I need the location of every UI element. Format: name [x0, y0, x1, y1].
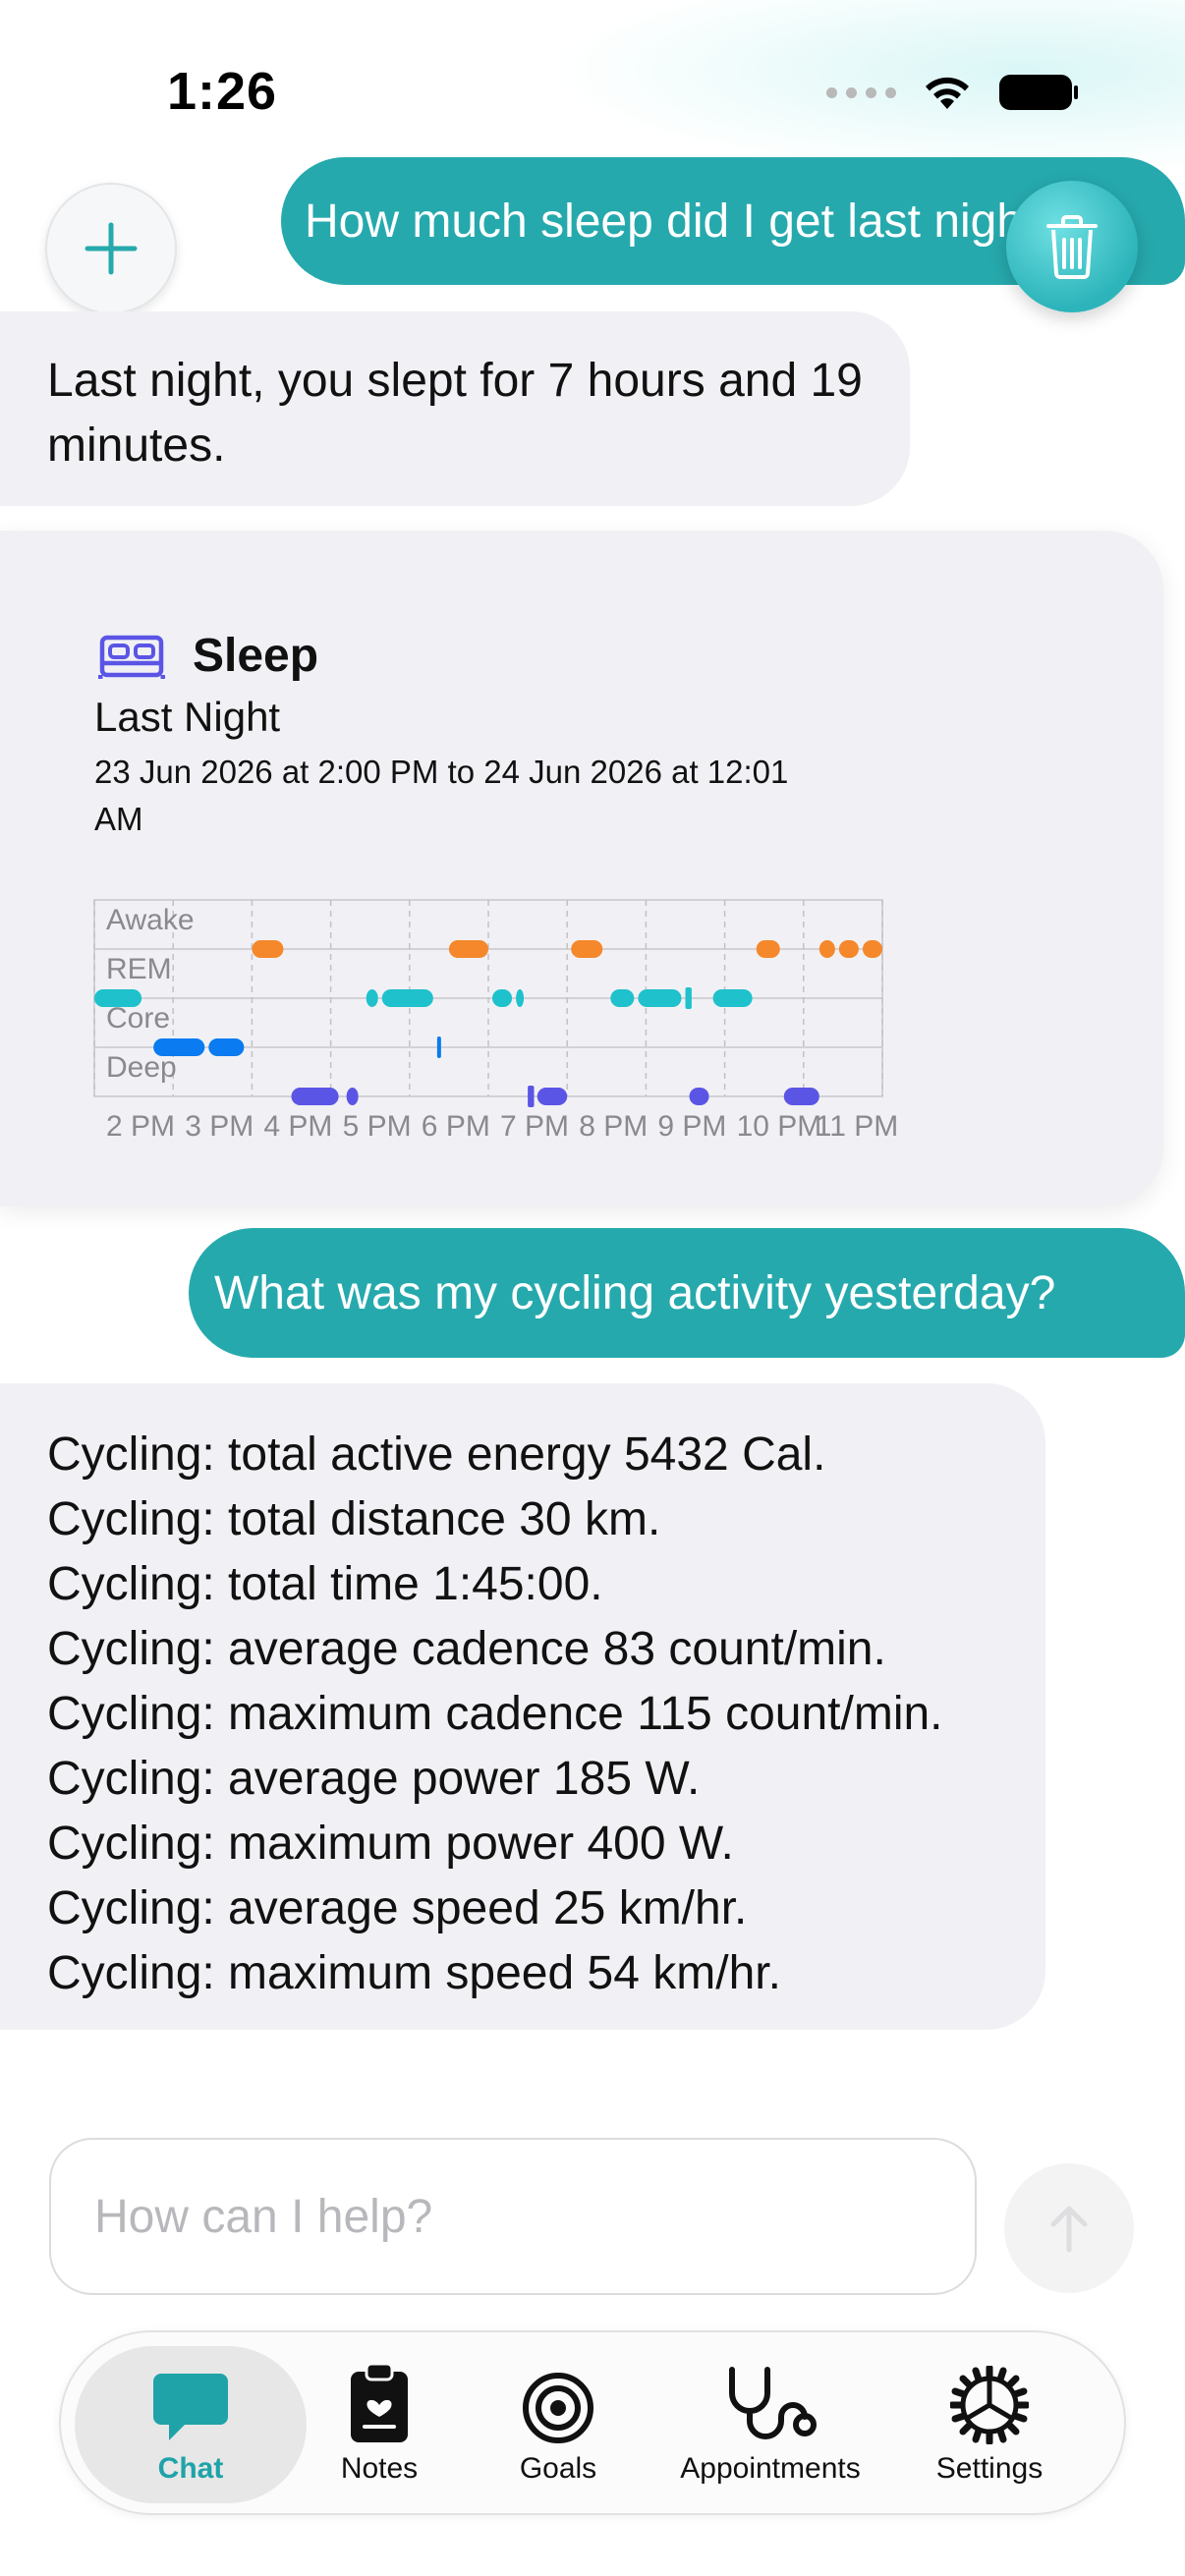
chart-segment-rem [610, 989, 635, 1007]
tab-label: Chat [157, 2452, 224, 2485]
sleep-card-title: Sleep [193, 630, 319, 682]
chart-x-tick-label: 2 PM [106, 1110, 175, 1143]
tab-settings[interactable]: Settings [920, 2346, 1059, 2503]
assistant-message: Cycling: total active energy 5432 Cal. C… [0, 1383, 1045, 2030]
chart-x-tick-label: 10 PM [737, 1110, 822, 1143]
chart-segment-deep [536, 1088, 568, 1105]
battery-icon [999, 75, 1078, 110]
user-message-text: How much sleep did I get last night? [305, 195, 1063, 248]
delete-chat-button[interactable] [1006, 181, 1138, 312]
sleep-card-range: 23 Jun 2026 at 2:00 PM to 24 Jun 2026 at… [94, 754, 789, 837]
tab-notes[interactable]: Notes [318, 2346, 440, 2503]
gear-icon [950, 2346, 1029, 2444]
chart-segment-deep [783, 1088, 819, 1105]
status-time: 1:26 [167, 62, 278, 121]
chart-x-tick-label: 4 PM [263, 1110, 332, 1143]
assistant-message-line: Cycling: maximum cadence 115 count/min. [47, 1688, 943, 1740]
message-input[interactable] [94, 2189, 975, 2244]
status-icons [826, 73, 1079, 112]
chart-segment-rem [685, 987, 692, 1009]
arrow-up-icon [1050, 2206, 1088, 2253]
chart-segment-awake [838, 940, 859, 958]
send-button[interactable] [1004, 2163, 1134, 2293]
chart-segment-awake [448, 940, 488, 958]
tab-label: Appointments [680, 2452, 861, 2485]
chart-segment-deep [291, 1088, 339, 1105]
chart-segment-rem [366, 989, 378, 1007]
chart-stage-label: Awake [106, 904, 195, 936]
sleep-card-subtitle: Last Night [94, 694, 281, 740]
chart-segment-rem [492, 989, 513, 1007]
chart-segment-deep [346, 1088, 359, 1105]
message-input-container[interactable] [49, 2138, 977, 2295]
chart-segment-rem [712, 989, 753, 1007]
chart-segment-core [153, 1038, 205, 1056]
tab-bar: Chat Notes Goals Appointments Settings [59, 2330, 1126, 2515]
chart-segment-awake [252, 940, 284, 958]
tab-appointments[interactable]: Appointments [654, 2346, 886, 2503]
assistant-message-line: Cycling: total active energy 5432 Cal. [47, 1428, 826, 1481]
sleep-card[interactable]: Sleep Last Night 23 Jun 2026 at 2:00 PM … [0, 531, 1163, 1206]
assistant-message-line: Cycling: average speed 25 km/hr. [47, 1882, 748, 1934]
assistant-message-line: Cycling: average power 185 W. [47, 1753, 701, 1805]
assistant-message-line: Cycling: maximum power 400 W. [47, 1818, 734, 1870]
assistant-message-text: Last night, you slept for 7 hours and 19… [47, 355, 863, 472]
chart-segment-awake [862, 940, 882, 958]
chart-x-tick-label: 5 PM [343, 1110, 412, 1143]
chart-x-tick-label: 9 PM [657, 1110, 726, 1143]
tab-label: Settings [935, 2452, 1044, 2485]
trash-icon [1046, 215, 1098, 279]
assistant-message-line: Cycling: maximum speed 54 km/hr. [47, 1947, 781, 1999]
chart-segment-deep [528, 1086, 535, 1107]
sleep-card-header: Sleep [98, 629, 318, 683]
chart-x-tick-label: 7 PM [500, 1110, 569, 1143]
assistant-message-line: Cycling: total time 1:45:00. [47, 1558, 603, 1610]
bed-icon [98, 635, 165, 679]
assistant-message-line: Cycling: total distance 30 km. [47, 1493, 661, 1545]
chart-segment-core [208, 1038, 245, 1056]
user-message-text: What was my cycling activity yesterday? [214, 1266, 1056, 1319]
chart-x-tick-label: 11 PM [816, 1110, 898, 1143]
target-icon [522, 2346, 594, 2444]
chart-segment-rem [381, 989, 433, 1007]
chart-segment-awake [756, 940, 780, 958]
tab-chat[interactable]: Chat [75, 2346, 307, 2503]
tab-goals[interactable]: Goals [497, 2346, 619, 2503]
plus-icon [85, 222, 138, 275]
chat-bubble-icon [151, 2346, 230, 2444]
chart-segment-rem [638, 989, 682, 1007]
assistant-message-line: Cycling: average cadence 83 count/min. [47, 1623, 886, 1675]
stethoscope-icon [722, 2346, 818, 2444]
wifi-icon [926, 77, 969, 109]
chart-segment-rem [94, 989, 142, 1007]
chart-segment-deep [689, 1088, 709, 1105]
chart-stage-label: REM [106, 953, 172, 985]
chart-segment-awake [571, 940, 603, 958]
user-message[interactable]: What was my cycling activity yesterday? [189, 1228, 1185, 1358]
clipboard-heart-icon [349, 2346, 410, 2444]
assistant-message: Last night, you slept for 7 hours and 19… [0, 311, 910, 506]
chart-segment-core [436, 1036, 441, 1058]
chart-x-tick-label: 6 PM [422, 1110, 490, 1143]
chart-segment-rem [516, 989, 525, 1007]
sleep-timeline-chart: AwakeREMCoreDeep2 PM 3 PM 4 PM 5 PM 6 PM 7 PM… [93, 899, 898, 1143]
new-chat-button[interactable] [45, 183, 177, 314]
chart-x-tick-label: 3 PM [185, 1110, 254, 1143]
tab-label: Notes [340, 2452, 419, 2485]
tab-label: Goals [519, 2452, 597, 2485]
chart-x-tick-label: 8 PM [579, 1110, 648, 1143]
cellular-dots-icon [826, 86, 896, 98]
chart-segment-awake [818, 940, 835, 958]
